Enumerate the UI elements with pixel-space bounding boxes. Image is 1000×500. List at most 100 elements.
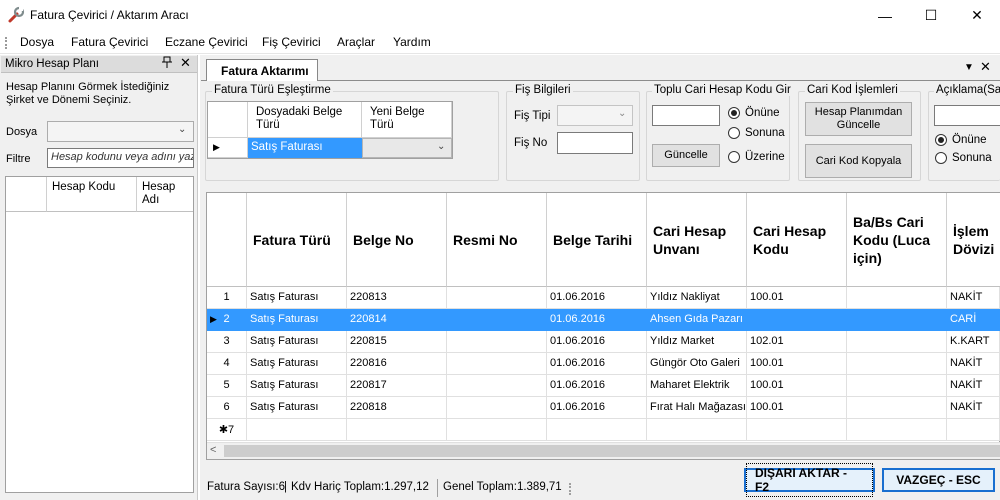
table-row[interactable]: 1 Satış Faturası 220813 01.06.2016 Yıldız Na… <box>207 287 1000 309</box>
cell-belge-no[interactable]: 220816 <box>347 353 447 375</box>
table-row[interactable]: 6 Satış Faturası 220818 01.06.2016 Fırat Hal… <box>207 397 1000 419</box>
cell-resmi-no[interactable] <box>447 397 547 419</box>
tab-fatura-aktarimi[interactable]: Fatura Aktarımı <box>206 59 318 81</box>
cell-cari-kod[interactable]: 102.01 <box>747 331 847 353</box>
cell-babs-kod[interactable] <box>847 353 947 375</box>
cell-belge-tarihi[interactable]: 01.06.2016 <box>547 353 647 375</box>
table-row[interactable]: 5 Satış Faturası 220817 01.06.2016 Maharet E… <box>207 375 1000 397</box>
radio-onune[interactable] <box>728 107 740 119</box>
new-row-cell[interactable] <box>547 419 647 441</box>
cell-islem-dovizi[interactable]: K.KART <box>947 331 1000 353</box>
new-row-cell[interactable] <box>647 419 747 441</box>
cell-cari-unvan[interactable]: Fırat Halı Mağazası <box>647 397 747 419</box>
cell-cari-unvan[interactable]: Maharet Elektrik <box>647 375 747 397</box>
cell-fatura-turu[interactable]: Satış Faturası <box>247 375 347 397</box>
cell-belge-no[interactable]: 220815 <box>347 331 447 353</box>
scrollbar-thumb[interactable] <box>224 445 1000 457</box>
panel-close-icon[interactable]: ✕ <box>180 55 191 71</box>
cell-cari-kod[interactable]: 100.01 <box>747 287 847 309</box>
cell-cari-unvan[interactable]: Ahsen Gıda Pazarı <box>647 309 747 331</box>
cell-cari-kod[interactable] <box>747 309 847 331</box>
guncelle-button[interactable]: Güncelle <box>652 144 720 167</box>
header-cari-hesap-unvani[interactable]: Cari Hesap Unvanı <box>647 193 747 287</box>
new-row-cell[interactable] <box>347 419 447 441</box>
cell-belge-tarihi[interactable]: 01.06.2016 <box>547 375 647 397</box>
header-fatura-turu[interactable]: Fatura Türü <box>247 193 347 287</box>
cell-fatura-turu[interactable]: Satış Faturası <box>247 331 347 353</box>
header-belge-tarihi[interactable]: Belge Tarihi <box>547 193 647 287</box>
new-row-cell[interactable] <box>447 419 547 441</box>
cell-resmi-no[interactable] <box>447 353 547 375</box>
header-belge-no[interactable]: Belge No <box>347 193 447 287</box>
cell-resmi-no[interactable] <box>447 331 547 353</box>
vazgec-button[interactable]: VAZGEÇ - ESC <box>882 468 995 492</box>
minimize-button[interactable]: — <box>862 0 908 31</box>
cell-islem-dovizi[interactable]: CARİ <box>947 309 1000 331</box>
new-row-cell[interactable] <box>847 419 947 441</box>
hesap-planindan-guncelle-button[interactable]: Hesap Planımdan Güncelle <box>805 102 912 136</box>
new-row-cell[interactable] <box>947 419 1000 441</box>
cell-babs-kod[interactable] <box>847 309 947 331</box>
cell-belge-no[interactable]: 220813 <box>347 287 447 309</box>
aciklama-radio-sonuna[interactable] <box>935 152 947 164</box>
cell-babs-kod[interactable] <box>847 397 947 419</box>
aciklama-input[interactable] <box>934 105 1000 126</box>
menu-yardim[interactable]: Yardım <box>393 35 431 49</box>
cell-belge-tarihi[interactable]: 01.06.2016 <box>547 331 647 353</box>
fis-no-input[interactable] <box>557 132 633 154</box>
disari-aktar-button[interactable]: DIŞARI AKTAR - F2 <box>744 463 875 497</box>
pin-icon[interactable] <box>162 56 172 71</box>
dosya-combo[interactable] <box>47 121 194 142</box>
new-row-cell[interactable] <box>747 419 847 441</box>
header-resmi-no[interactable]: Resmi No <box>447 193 547 287</box>
table-row[interactable]: 3 Satış Faturası 220815 01.06.2016 Yıldız Ma… <box>207 331 1000 353</box>
cell-resmi-no[interactable] <box>447 287 547 309</box>
toplu-cari-input[interactable] <box>652 105 720 126</box>
aciklama-radio-onune[interactable] <box>935 134 947 146</box>
cell-fatura-turu[interactable]: Satış Faturası <box>247 353 347 375</box>
menu-fatura-cevirici[interactable]: Fatura Çevirici <box>71 35 148 49</box>
cell-fatura-turu[interactable]: Satış Faturası <box>247 287 347 309</box>
cell-islem-dovizi[interactable]: NAKİT <box>947 353 1000 375</box>
header-hesap-adi[interactable]: Hesap Adı <box>137 177 193 212</box>
cell-cari-unvan[interactable]: Yıldız Nakliyat <box>647 287 747 309</box>
close-button[interactable]: ✕ <box>954 0 1000 31</box>
cell-cari-kod[interactable]: 100.01 <box>747 397 847 419</box>
cell-babs-kod[interactable] <box>847 287 947 309</box>
cell-belge-tarihi[interactable]: 01.06.2016 <box>547 397 647 419</box>
header-cari-hesap-kodu[interactable]: Cari Hesap Kodu <box>747 193 847 287</box>
cell-belge-tarihi[interactable]: 01.06.2016 <box>547 287 647 309</box>
table-row[interactable]: 4 Satış Faturası 220816 01.06.2016 Güngör Ot… <box>207 353 1000 375</box>
maximize-button[interactable]: ☐ <box>908 0 954 31</box>
cell-fatura-turu[interactable]: Satış Faturası <box>247 309 347 331</box>
cell-babs-kod[interactable] <box>847 331 947 353</box>
menu-eczane-cevirici[interactable]: Eczane Çevirici <box>165 35 248 49</box>
menu-fis-cevirici[interactable]: Fiş Çevirici <box>262 35 321 49</box>
cell-cari-unvan[interactable]: Güngör Oto Galeri <box>647 353 747 375</box>
cell-cari-unvan[interactable]: Yıldız Market <box>647 331 747 353</box>
cell-resmi-no[interactable] <box>447 309 547 331</box>
radio-sonuna[interactable] <box>728 127 740 139</box>
new-row-cell[interactable] <box>247 419 347 441</box>
header-babs-cari-kodu[interactable]: Ba/Bs Cari Kodu (Luca için) <box>847 193 947 287</box>
cell-belge-no[interactable]: 220817 <box>347 375 447 397</box>
cell-cari-kod[interactable]: 100.01 <box>747 375 847 397</box>
mapping-source-cell[interactable]: Satış Faturası <box>248 138 362 158</box>
cell-babs-kod[interactable] <box>847 375 947 397</box>
header-islem-dovizi[interactable]: İşlem Dövizi <box>947 193 1000 287</box>
cell-belge-tarihi[interactable]: 01.06.2016 <box>547 309 647 331</box>
cari-kod-kopyala-button[interactable]: Cari Kod Kopyala <box>805 144 912 178</box>
cell-cari-kod[interactable]: 100.01 <box>747 353 847 375</box>
cell-islem-dovizi[interactable]: NAKİT <box>947 375 1000 397</box>
cell-islem-dovizi[interactable]: NAKİT <box>947 397 1000 419</box>
cell-belge-no[interactable]: 220814 <box>347 309 447 331</box>
cell-islem-dovizi[interactable]: NAKİT <box>947 287 1000 309</box>
menu-dosya[interactable]: Dosya <box>20 35 54 49</box>
table-row[interactable]: 2 Satış Faturası 220814 01.06.2016 Ahsen Gıd… <box>207 309 1000 331</box>
cell-belge-no[interactable]: 220818 <box>347 397 447 419</box>
tab-close-icon[interactable]: ✕ <box>980 59 991 75</box>
account-grid[interactable] <box>5 176 194 493</box>
cell-fatura-turu[interactable]: Satış Faturası <box>247 397 347 419</box>
scroll-left-icon[interactable]: < <box>210 444 216 456</box>
menu-araclar[interactable]: Araçlar <box>337 35 375 49</box>
